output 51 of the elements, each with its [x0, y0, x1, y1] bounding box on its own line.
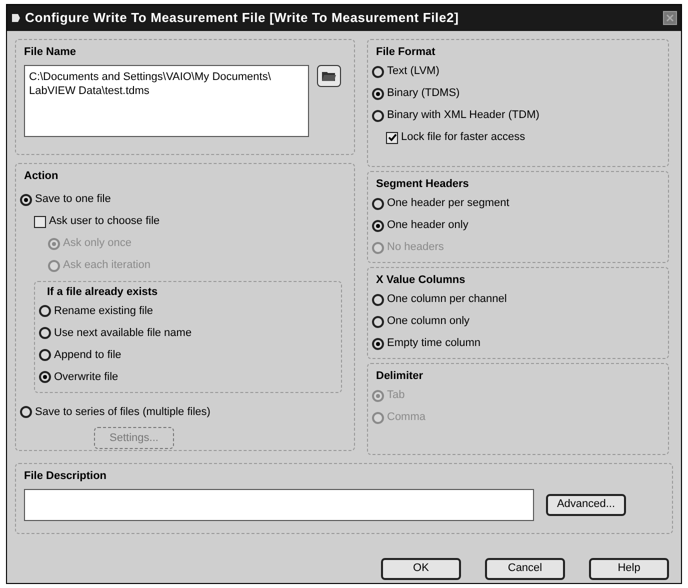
- group-title: If a file already exists: [47, 284, 159, 300]
- checkbox-label[interactable]: Lock file for faster access: [401, 129, 526, 146]
- radio-button[interactable]: [372, 198, 384, 210]
- radio-button[interactable]: [20, 406, 32, 418]
- radio-button[interactable]: [372, 110, 384, 122]
- radio-label[interactable]: Binary (TDMS): [387, 85, 460, 102]
- checkbox[interactable]: [34, 216, 46, 228]
- radio-label[interactable]: Overwrite file: [54, 368, 118, 386]
- radio-label[interactable]: Text (LVM): [387, 63, 440, 80]
- radio-button[interactable]: [372, 338, 384, 350]
- radio-label[interactable]: Empty time column: [387, 335, 481, 352]
- dialog-button[interactable]: Help: [589, 558, 669, 580]
- radio-button[interactable]: [372, 316, 384, 328]
- group-title: Segment Headers: [376, 177, 470, 192]
- folder-icon: [321, 70, 337, 82]
- radio-label[interactable]: Rename existing file: [54, 302, 154, 320]
- dialog-button[interactable]: OK: [381, 558, 461, 580]
- browse-button[interactable]: [317, 64, 341, 86]
- radio-label[interactable]: Save to series of files (multiple files): [35, 404, 210, 420]
- checkbox-label[interactable]: Ask user to choose file: [49, 213, 160, 230]
- description-field[interactable]: [24, 488, 534, 520]
- radio-label[interactable]: Use next available file name: [54, 324, 192, 342]
- group-title: Action: [24, 169, 60, 184]
- group-title: File Format: [376, 45, 436, 60]
- group-title: File Description: [24, 469, 108, 484]
- radio-label[interactable]: One column per channel: [387, 291, 507, 308]
- app-icon: [11, 13, 21, 23]
- radio-button[interactable]: [372, 88, 384, 100]
- radio-label[interactable]: Binary with XML Header (TDM): [387, 107, 540, 124]
- radio-button[interactable]: [20, 194, 32, 206]
- advanced-button[interactable]: Advanced...: [546, 494, 626, 516]
- radio-label[interactable]: One header per segment: [387, 195, 510, 212]
- radio-button[interactable]: [372, 66, 384, 78]
- group-title: X Value Columns: [376, 273, 466, 288]
- group-title: File Name: [24, 45, 77, 60]
- radio-button[interactable]: [39, 305, 51, 317]
- group-title: Delimiter: [376, 369, 424, 384]
- radio-button[interactable]: [372, 220, 384, 232]
- radio-button[interactable]: [39, 371, 51, 383]
- dialog-button[interactable]: Cancel: [485, 558, 565, 580]
- radio-label[interactable]: One header only: [387, 217, 468, 234]
- window-title: Configure Write To Measurement File [Write To Measurement File2]: [25, 9, 459, 28]
- checkbox[interactable]: [386, 132, 398, 144]
- radio-button[interactable]: [39, 349, 51, 361]
- radio-label[interactable]: Append to file: [54, 346, 122, 364]
- file-path-field[interactable]: C:\Documents and Settings\VAIO\My Documents\ LabVIEW Data\test.tdms: [24, 64, 309, 136]
- check-icon: [388, 133, 396, 142]
- radio-label[interactable]: One column only: [387, 313, 470, 330]
- radio-button[interactable]: [372, 294, 384, 306]
- radio-button[interactable]: [39, 327, 51, 339]
- radio-label[interactable]: Save to one file: [35, 191, 111, 208]
